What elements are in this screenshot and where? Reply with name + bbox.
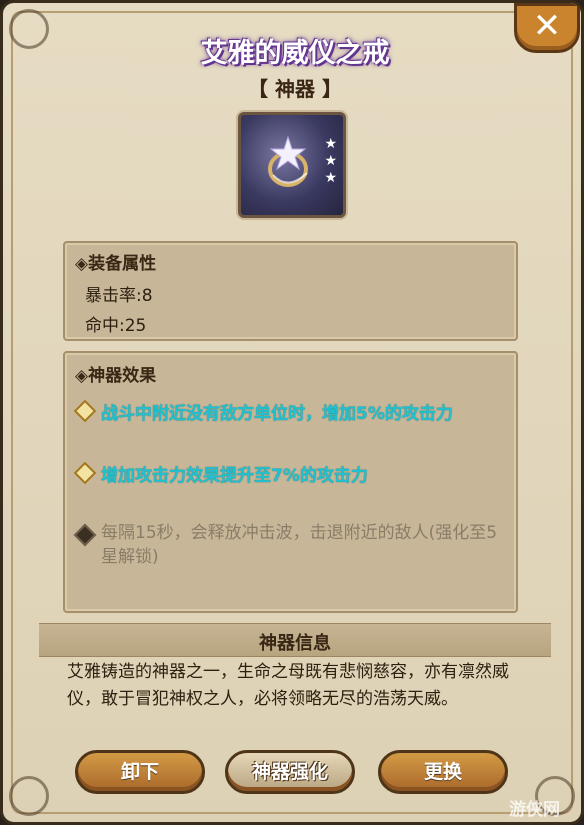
unequip-button[interactable]: 卸下	[75, 750, 205, 794]
enhance-button[interactable]: 神器强化	[225, 750, 355, 794]
effect-1: 战斗中附近没有敌方单位时，增加5%的攻击力	[101, 404, 453, 424]
ring-icon	[268, 135, 308, 187]
info-title: 神器信息	[259, 633, 331, 654]
watermark-logo: 游侠网	[509, 800, 560, 820]
replace-button[interactable]: 更换	[378, 750, 508, 794]
star-icon: ★	[324, 170, 337, 186]
close-button[interactable]: ✕	[514, 3, 580, 53]
attributes-heading: ◈装备属性	[75, 254, 157, 274]
item-description: 艾雅铸造的神器之一，生命之母既有悲悯慈容，亦有凛然威仪，敢于冒犯神权之人，必将领…	[67, 662, 509, 709]
active-effect-icon	[73, 399, 97, 423]
attribute-accuracy: 命中:25	[85, 316, 147, 336]
item-icon-frame: ★ ★ ★	[238, 112, 346, 218]
effect-2: 增加攻击力效果提升至7%的攻击力	[101, 466, 368, 486]
effect-3-locked: 每隔15秒，会释放冲击波，击退附近的敌人(强化至5星解锁)	[101, 523, 498, 567]
star-icon: ★	[324, 136, 337, 152]
attribute-crit: 暴击率:8	[85, 286, 153, 306]
info-header-bar: 神器信息	[39, 623, 551, 657]
corner-ornament	[9, 776, 49, 816]
locked-effect-icon	[73, 523, 97, 547]
item-title: 艾雅的威仪之戒	[200, 38, 390, 69]
item-type-label: 【 神器 】	[248, 77, 342, 101]
effects-panel: ◈神器效果 战斗中附近没有敌方单位时，增加5%的攻击力 增加攻击力效果提升至7%…	[63, 351, 518, 613]
active-effect-icon	[73, 461, 97, 485]
effects-heading: ◈神器效果	[75, 366, 157, 386]
star-icon: ★	[324, 153, 337, 169]
attributes-panel: ◈装备属性 暴击率:8 命中:25	[63, 241, 518, 341]
star-rating: ★ ★ ★	[324, 137, 337, 185]
artifact-detail-window: 艾雅的威仪之戒 【 神器 】 ★ ★ ★ ✕ ◈装备属性 暴击率:8 命中:25…	[0, 0, 584, 825]
